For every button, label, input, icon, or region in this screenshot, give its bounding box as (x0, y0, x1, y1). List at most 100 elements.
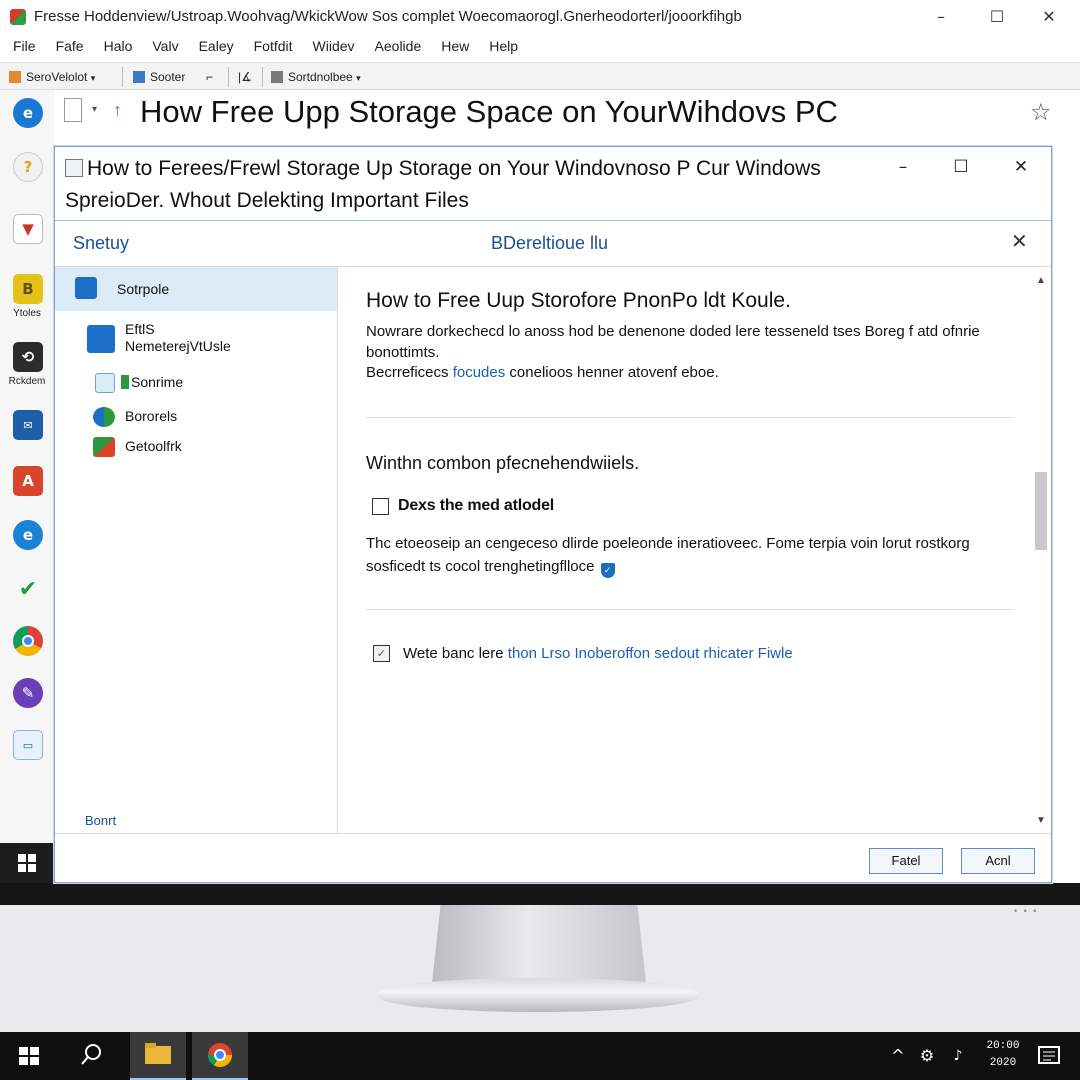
option-description-text: Thc etoeoseip an cengeceso dlirde poeleo… (366, 535, 970, 575)
toolbar: SeroVelolot ▾ Sooter ⌐ |∡ Sortdnolbee ▾ (0, 62, 1080, 90)
dialog-header: Snetuy BDereltioue llu ✕ (55, 221, 1051, 267)
menu-window[interactable]: Wiidev (306, 34, 362, 60)
taskbar-chrome[interactable] (192, 1032, 248, 1080)
toolbar-sort-label: Sooter (150, 70, 186, 84)
chevron-down-icon[interactable]: ▾ (92, 104, 97, 115)
nav-item-label: Sonrime (131, 374, 184, 390)
notes-app-icon[interactable]: B (13, 274, 43, 304)
menu-how[interactable]: Hew (434, 34, 476, 60)
page-heading: How Free Upp Storage Space on YourWihdov… (140, 94, 838, 129)
nav-item-bororels[interactable]: Bororels (55, 403, 337, 431)
toolbar-select-label: SeroVelolot (26, 70, 88, 84)
dialog-footer: Fatel Acnl (55, 833, 1051, 883)
document-icon[interactable] (64, 98, 82, 122)
help-icon[interactable]: ? (13, 152, 43, 182)
split-icon[interactable]: |∡ (232, 66, 258, 88)
toolbar-sort-dropdown[interactable]: Sortdnolbee ▾ (266, 66, 367, 88)
monitor-stand-neck (432, 905, 646, 983)
menu-history[interactable]: Valv (145, 34, 185, 60)
toolbar-select-button[interactable]: SeroVelolot ▾ (4, 66, 101, 88)
minimize-icon[interactable]: – (918, 4, 964, 30)
toolbar-separator (228, 67, 229, 87)
apply-button[interactable]: Acnl (961, 848, 1035, 874)
chevron-down-icon: ▾ (356, 73, 361, 83)
toolbar-sort-button[interactable]: Sooter (128, 66, 191, 88)
start-icon[interactable] (0, 843, 54, 883)
menu-addons[interactable]: Aeolide (368, 34, 429, 60)
clock-time: 20:00 (986, 1040, 1020, 1052)
chrome-icon[interactable] (13, 626, 43, 656)
menu-bar: File Fafe Halo Valv Ealey Fotfdit Wiidev… (0, 34, 1080, 60)
menu-help[interactable]: Help (482, 34, 525, 60)
taskbar-search-button[interactable] (66, 1032, 116, 1080)
notes-app-label: Ytoles (13, 308, 41, 319)
menu-view[interactable]: Halo (97, 34, 140, 60)
maps-icon[interactable]: ✔ (13, 574, 43, 604)
inner-minimize-icon[interactable]: – (883, 153, 923, 181)
nav-item-sonrime[interactable]: Sonrime (55, 369, 337, 397)
taskbar: ^ ⚙ ♪ 20:00 2020 (0, 1032, 1080, 1080)
nav-item-label: Getoolfrk (125, 438, 182, 454)
inner-window: How to Ferees/Frewl Storage Up Storage o… (54, 146, 1052, 883)
maximize-icon[interactable]: ☐ (974, 4, 1020, 30)
dialog-close-icon[interactable]: ✕ (1011, 229, 1028, 253)
nav-item-label: Bororels (125, 408, 178, 424)
storage-icon (75, 277, 97, 299)
menu-tools[interactable]: Ealey (192, 34, 241, 60)
scroll-up-icon[interactable]: ▲ (1036, 275, 1046, 286)
edge-browser-icon[interactable]: e (13, 98, 43, 128)
ie-browser-icon[interactable]: e (13, 520, 43, 550)
inner-close-icon[interactable]: ✕ (1001, 153, 1041, 181)
taskbar-start-button[interactable] (0, 1032, 58, 1080)
sync-icon (93, 407, 115, 427)
taskbar-file-explorer[interactable] (130, 1032, 186, 1080)
inner-window-title-text: How to Ferees/Frewl Storage Up Storage o… (65, 157, 821, 212)
shield-app-icon[interactable]: ▼ (13, 214, 43, 244)
apps-icon[interactable]: ⟲ (13, 342, 43, 372)
menu-file[interactable]: File (6, 34, 43, 60)
menu-edit[interactable]: Fafe (49, 34, 91, 60)
notifications-icon[interactable] (1034, 1032, 1064, 1080)
content-note-suffix: conelioos henner atovenf eboe. (505, 364, 719, 381)
window-icon (65, 159, 83, 177)
option-checkbox-1-label: Dexs the med atlodel (398, 497, 555, 514)
pdf-reader-icon[interactable]: A (13, 466, 43, 496)
volume-icon[interactable]: ♪ (944, 1032, 972, 1080)
arrow-up-icon[interactable]: ↑ (113, 100, 122, 121)
menu-format[interactable]: Fotfdit (247, 34, 300, 60)
option-checkbox-2-link[interactable]: thon Lrso Inoberoffon sedout rhicater Fi… (508, 645, 793, 662)
dialog-title: BDereltioue llu (491, 233, 609, 253)
content-note: Becrreficecs focudes conelioos henner at… (366, 364, 1016, 381)
content-scrollbar[interactable]: ▲ ▼ (1032, 267, 1050, 833)
nav-footer-link[interactable]: Bonrt (85, 813, 116, 828)
close-icon[interactable]: ✕ (1026, 4, 1072, 30)
content-note-prefix: Becrreficecs (366, 364, 453, 381)
green-tag-icon (121, 375, 129, 389)
network-icon[interactable]: ⚙ (914, 1032, 940, 1080)
taskbar-clock[interactable]: 20:00 2020 (978, 1038, 1028, 1072)
option-checkbox-2-label: Wete banc lere thon Lrso Inoberoffon sed… (403, 645, 793, 662)
mail-icon[interactable]: ✉ (13, 410, 43, 440)
nav-item-storage[interactable]: Sotrpole (55, 267, 337, 311)
media-app-icon[interactable]: ✎ (13, 678, 43, 708)
scroll-down-icon[interactable]: ▼ (1036, 815, 1046, 826)
files-icon (87, 325, 115, 353)
option-checkbox-1[interactable] (372, 498, 389, 515)
nav-item-sublabel: NemeterejVtUsle (125, 338, 231, 354)
star-icon[interactable]: ☆ (1030, 98, 1052, 126)
pin-icon[interactable]: ⌐ (200, 66, 219, 88)
chevron-down-icon: ▾ (90, 73, 96, 83)
content-subheading: Winthn combon pfecnehendwiiels. (366, 453, 640, 473)
toolbar-separator (122, 67, 123, 87)
nav-item-files[interactable]: EftlS NemeterejVtUsle (55, 317, 337, 361)
option-checkbox-2[interactable]: ✓ (373, 645, 390, 662)
nav-item-getoolfrk[interactable]: Getoolfrk (55, 433, 337, 461)
inner-maximize-icon[interactable]: ☐ (941, 153, 981, 181)
display-settings-icon[interactable]: ▭ (13, 730, 43, 760)
toolbar-sort-dropdown-label: Sortdnolbee (288, 70, 353, 84)
chevron-up-icon[interactable]: ^ (886, 1032, 910, 1080)
cancel-button[interactable]: Fatel (869, 848, 943, 874)
scroll-thumb[interactable] (1035, 472, 1047, 550)
content-note-link[interactable]: focudes (453, 364, 506, 381)
dialog-left-title: Snetuy (73, 233, 130, 253)
